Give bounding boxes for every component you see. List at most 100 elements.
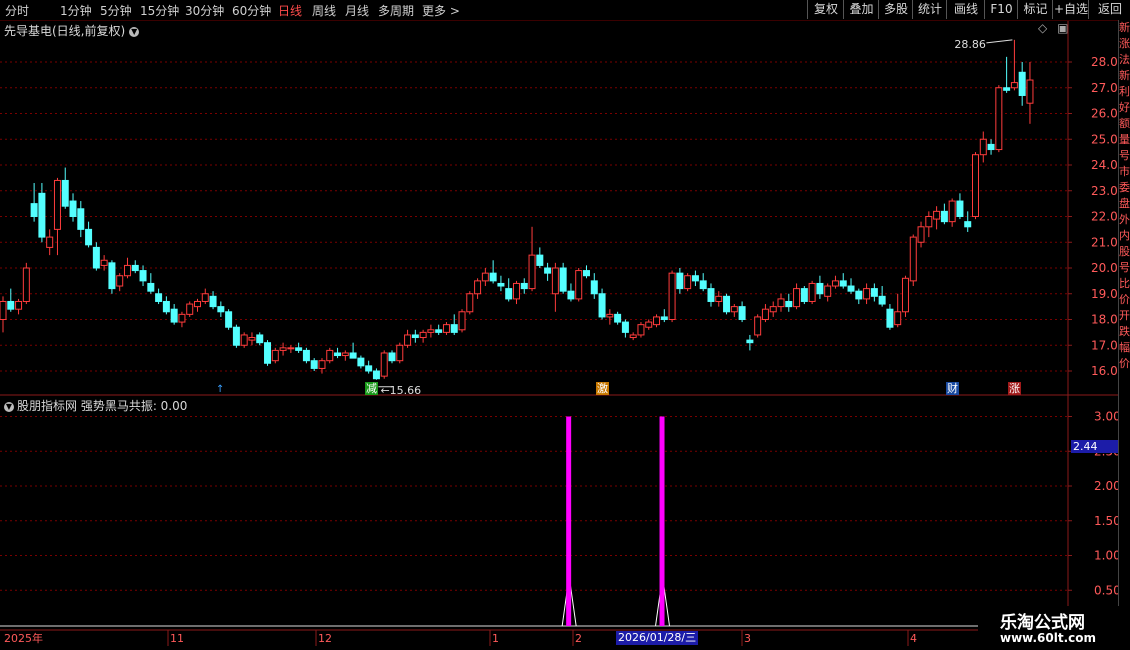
candle-body [240, 334, 248, 346]
candle-body [38, 192, 46, 238]
chevron-down-icon[interactable]: ▼ [129, 26, 140, 37]
candle-body [442, 324, 450, 333]
candle-body [863, 288, 871, 300]
candle-body [7, 300, 15, 310]
period-tab-0[interactable]: 分时 [5, 2, 29, 19]
candle-body [855, 290, 863, 300]
candle-body [761, 308, 769, 321]
candle-body [956, 200, 964, 218]
candle-body [831, 280, 839, 287]
candle-body [738, 306, 746, 320]
candle-body [372, 370, 380, 380]
period-tab-5[interactable]: 60分钟 [232, 2, 271, 19]
candle-body [310, 360, 318, 369]
period-tab-7[interactable]: 周线 [312, 2, 336, 19]
toolbar-button-3[interactable]: 统计 [912, 0, 947, 19]
candle-body [754, 316, 762, 336]
candle-body [583, 270, 590, 277]
candle-body [925, 216, 933, 228]
toolbar-button-7[interactable]: +自选 [1052, 0, 1089, 19]
period-tab-8[interactable]: 月线 [345, 2, 369, 19]
right-strip-char: 涨 [1119, 37, 1130, 50]
candle-body [940, 210, 948, 223]
candle-body [388, 352, 396, 362]
right-strip-char: 委 [1119, 181, 1130, 194]
candle-body [870, 288, 878, 297]
period-tab-1[interactable]: 1分钟 [60, 2, 92, 19]
indicator-pane-title-text: 股朋指标网 强势黑马共振: 0.00 [17, 399, 188, 413]
candle-body [139, 270, 147, 282]
candle-body [92, 246, 100, 269]
x-tick-label: 4 [910, 632, 917, 645]
candle-body [520, 282, 528, 290]
diamond-icon[interactable]: ◇ [1038, 21, 1047, 35]
candle-body [637, 324, 645, 336]
toolbar-button-6[interactable]: 标记 [1017, 0, 1053, 19]
candle-body [917, 226, 925, 243]
candle-body [824, 285, 832, 297]
candle-body [435, 329, 443, 333]
indicator-pane-title[interactable]: ▼ 股朋指标网 强势黑马共振: 0.00 [4, 397, 187, 414]
right-strip-char: 幅 [1119, 341, 1130, 354]
candle-body [326, 349, 334, 362]
candle-body [279, 347, 287, 351]
toolbar-button-8[interactable]: 返回 [1088, 0, 1130, 19]
candle-body [225, 311, 233, 328]
period-tab-2[interactable]: 5分钟 [100, 2, 132, 19]
period-tab-4[interactable]: 30分钟 [185, 2, 224, 19]
candle-body [777, 298, 785, 308]
candle-body [878, 295, 886, 305]
candle-body [901, 277, 909, 313]
toolbar-button-0[interactable]: 复权 [807, 0, 844, 19]
candle-body [691, 275, 699, 282]
period-toolbar: 分时 1分钟 5分钟 15分钟 30分钟 60分钟 日线 周线 月线 多周期 更多 > 复权 叠加 多股统… [0, 0, 1130, 21]
right-strip-char: 比 [1119, 277, 1130, 290]
toolbar-button-4[interactable]: 画线 [946, 0, 985, 19]
candle-body [69, 200, 77, 218]
candle-body [77, 208, 85, 230]
candle-body [264, 342, 272, 364]
candle-body [108, 262, 116, 290]
candle-body [559, 267, 567, 292]
x-tick-label: 3 [744, 632, 751, 645]
period-tab-6[interactable]: 日线 [278, 2, 302, 19]
x-tick-label: 12 [318, 632, 332, 645]
right-strip-char: 盘 [1119, 197, 1130, 210]
window-restore-icon[interactable]: ▣ [1057, 21, 1068, 35]
candle-body [481, 272, 489, 282]
candle-body [46, 236, 54, 248]
candle-body [886, 308, 894, 328]
main-pane-title[interactable]: 先导基电(日线,前复权) ▼ [4, 22, 140, 39]
right-strip-char: 新 [1119, 21, 1130, 34]
indicator-tick-label: 3.00 [1094, 410, 1121, 424]
low-price-label: ←15.66 [380, 384, 421, 397]
chevron-down-icon[interactable]: ▼ [4, 401, 14, 412]
toolbar-button-1[interactable]: 叠加 [843, 0, 879, 19]
candle-body [816, 282, 824, 295]
indicator-tick-label: 1.00 [1094, 549, 1121, 563]
candle-body [0, 300, 7, 321]
candle-body [365, 365, 373, 372]
candle-body [948, 200, 956, 223]
candle-body [995, 87, 1003, 151]
period-tab-10[interactable]: 更多 > [422, 2, 460, 19]
candle-body [668, 272, 676, 320]
candle-body [318, 360, 326, 369]
candle-body [30, 203, 38, 217]
candle-body [22, 267, 30, 302]
period-tab-3[interactable]: 15分钟 [140, 2, 179, 19]
right-strip-char: 内 [1119, 229, 1130, 242]
candle-body [544, 267, 552, 274]
candle-body [909, 236, 917, 282]
period-tab-9[interactable]: 多周期 [378, 2, 414, 19]
candle-body [474, 280, 482, 295]
candle-body [256, 334, 264, 344]
candle-body [536, 254, 544, 266]
candle-body [1018, 71, 1026, 96]
toolbar-button-5[interactable]: F10 [984, 0, 1018, 19]
toolbar-button-2[interactable]: 多股 [878, 0, 913, 19]
candle-body [684, 275, 692, 290]
candle-body [61, 179, 69, 207]
candle-body [707, 288, 715, 302]
x-tick-label: 11 [170, 632, 184, 645]
